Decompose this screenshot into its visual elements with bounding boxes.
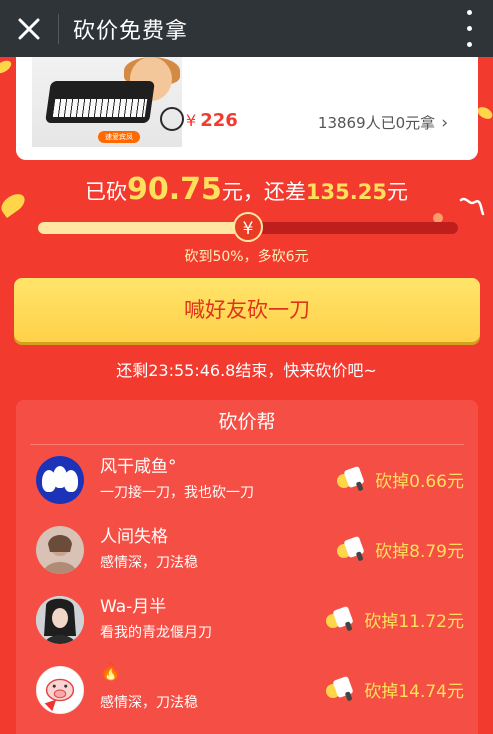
chop-amount: 砍掉0.66元	[335, 466, 464, 492]
chop-amount: 砍掉8.79元	[335, 536, 464, 562]
helper-row: 人间失格 感情深，刀法稳 砍掉8.79元	[16, 514, 478, 584]
chop-amount: 砍掉11.72元	[324, 606, 464, 632]
helper-message: 一刀接一刀，我也砍一刀	[100, 485, 254, 501]
progress-fill	[38, 222, 248, 234]
knife-icon	[337, 466, 364, 491]
avatar	[36, 456, 84, 504]
progress-hint: 砍到50%，多砍6元	[184, 249, 309, 265]
helper-row: 风干咸鱼° 一刀接一刀，我也砍一刀 砍掉0.66元	[16, 444, 478, 514]
product-image: 速爱宾凤	[32, 57, 184, 147]
helpers-title: 砍价帮	[30, 400, 464, 445]
helper-row: 🔥 感情深，刀法稳 砍掉14.74元	[16, 654, 478, 724]
knife-icon	[326, 676, 354, 701]
helper-row: Wa-月半 看我的青龙偃月刀 砍掉11.72元	[16, 584, 478, 654]
cut-summary: 已砍90.75元，还差135.25元	[85, 172, 408, 207]
helper-name: Wa-月半	[100, 597, 167, 617]
product-card[interactable]: 速爱宾凤 ¥226 13869人已0元拿 ›	[16, 57, 478, 160]
yen-symbol: ¥	[186, 111, 197, 130]
chop-amount: 砍掉14.74元	[324, 676, 464, 702]
yen-knob-icon: ¥	[233, 212, 263, 242]
close-button[interactable]	[0, 0, 58, 57]
price-value: 226	[200, 110, 238, 131]
helper-name: 🔥	[100, 662, 122, 682]
helper-message: 看我的青龙偃月刀	[100, 625, 212, 641]
top-bar: 砍价免费拿	[0, 0, 493, 57]
helper-message: 感情深，刀法稳	[100, 695, 198, 711]
cut-amount: 90.75	[127, 172, 222, 207]
close-icon	[18, 18, 40, 39]
avatar	[36, 526, 84, 574]
page-title: 砍价免费拿	[73, 18, 189, 44]
call-friends-chop-button[interactable]: 喊好友砍一刀	[14, 278, 480, 342]
chevron-right-icon: ›	[441, 113, 448, 133]
countdown-text: 还剩23:55:46.8结束，快来砍价吧~	[116, 361, 377, 380]
product-tag: 速爱宾凤	[98, 131, 140, 143]
leaf-decoration	[475, 104, 493, 122]
progress-bar: ¥	[38, 212, 458, 242]
remaining-amount: 135.25	[305, 180, 387, 204]
more-vertical-icon	[466, 10, 472, 15]
more-menu-button[interactable]	[459, 10, 479, 47]
avatar	[36, 666, 84, 714]
claimed-count-text: 13869人已0元拿	[317, 114, 436, 132]
avatar	[36, 596, 84, 644]
knife-icon	[326, 606, 354, 631]
helper-name: 人间失格	[100, 527, 168, 547]
topbar-divider	[58, 13, 59, 44]
claimed-count-link[interactable]: 13869人已0元拿 ›	[318, 112, 448, 133]
helper-name: 风干咸鱼°	[100, 457, 177, 477]
helper-message: 感情深，刀法稳	[100, 555, 198, 571]
knife-icon	[337, 536, 364, 561]
leaf-decoration	[0, 58, 14, 76]
helpers-panel: 砍价帮 风干咸鱼° 一刀接一刀，我也砍一刀 砍掉0.66元 人间失格 感情深，刀…	[16, 400, 478, 734]
product-price: ¥226	[186, 110, 238, 131]
